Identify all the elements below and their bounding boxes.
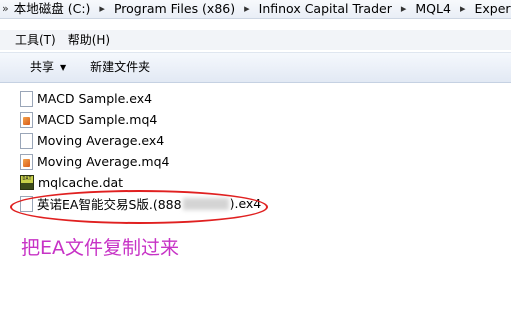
breadcrumb-infinox[interactable]: Infinox Capital Trader <box>256 0 395 17</box>
file-item[interactable]: Moving Average.ex4 <box>0 130 511 151</box>
redacted-blur <box>182 197 229 210</box>
chevron-right-icon[interactable]: ▸ <box>395 0 413 17</box>
breadcrumb-program-files[interactable]: Program Files (x86) <box>111 0 238 17</box>
address-bar[interactable]: » 本地磁盘 (C:) ▸ Program Files (x86) ▸ Infi… <box>0 0 511 19</box>
share-button[interactable]: 共享 ▼ <box>0 53 78 82</box>
file-item[interactable]: MACD Sample.ex4 <box>0 88 511 109</box>
menu-tools[interactable]: 工具(T) <box>0 30 64 50</box>
dat-file-icon: DAT <box>20 175 34 190</box>
chevron-right-icon[interactable]: ▸ <box>238 0 256 17</box>
file-item[interactable]: DAT mqlcache.dat <box>0 172 511 193</box>
chevron-right-icon[interactable]: ▸ <box>454 0 472 17</box>
new-folder-label: 新建文件夹 <box>90 60 151 74</box>
breadcrumb-drive[interactable]: 本地磁盘 (C:) <box>11 0 94 17</box>
breadcrumb-experts[interactable]: Experts <box>471 0 511 17</box>
file-name: Moving Average.ex4 <box>37 133 165 148</box>
file-name-suffix: ).ex4 <box>229 196 262 211</box>
file-item-highlighted[interactable]: 英诺EA智能交易S版.(888 ).ex4 <box>0 193 511 214</box>
file-item[interactable]: Moving Average.mq4 <box>0 151 511 172</box>
dropdown-arrow-icon: ▼ <box>60 63 67 72</box>
file-name: MACD Sample.mq4 <box>37 112 158 127</box>
share-label: 共享 <box>30 60 55 74</box>
chevron-left-icon[interactable]: » <box>2 0 11 17</box>
file-name-prefix: 英诺EA智能交易S版.(888 <box>37 197 182 212</box>
blank-file-icon <box>20 132 33 149</box>
file-list: MACD Sample.ex4 MACD Sample.mq4 Moving A… <box>0 88 511 214</box>
blank-file-icon <box>20 90 33 107</box>
mq4-file-icon <box>20 111 33 128</box>
file-name: Moving Average.mq4 <box>37 154 170 169</box>
blank-file-icon <box>20 195 33 212</box>
menu-help[interactable]: 帮助(H) <box>64 30 118 50</box>
annotation-caption: 把EA文件复制过来 <box>21 237 180 259</box>
mq4-file-icon <box>20 153 33 170</box>
chevron-right-icon[interactable]: ▸ <box>93 0 111 17</box>
file-name: mqlcache.dat <box>38 175 124 190</box>
breadcrumb-mql4[interactable]: MQL4 <box>412 0 454 17</box>
menu-bar: 工具(T) 帮助(H) <box>0 30 511 50</box>
new-folder-button[interactable]: 新建文件夹 <box>78 53 162 82</box>
file-item[interactable]: MACD Sample.mq4 <box>0 109 511 130</box>
command-bar: 共享 ▼ 新建文件夹 <box>0 52 511 83</box>
file-name: MACD Sample.ex4 <box>37 91 153 106</box>
